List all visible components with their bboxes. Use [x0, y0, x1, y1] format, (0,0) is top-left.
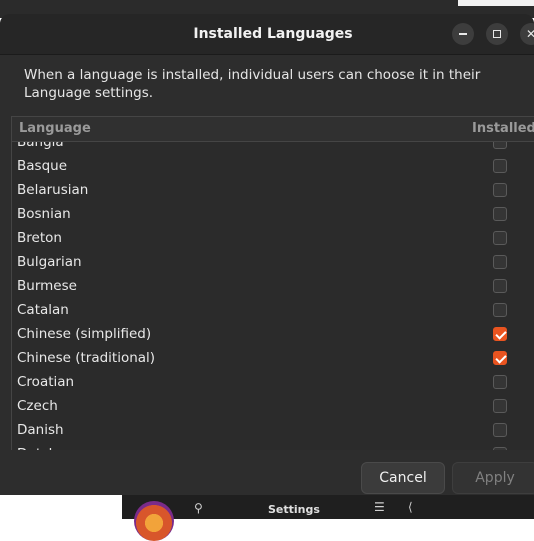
language-label: Belarusian: [17, 182, 89, 198]
language-label: Chinese (simplified): [17, 326, 152, 342]
installed-checkbox[interactable]: [493, 303, 507, 317]
language-list[interactable]: Language Installed Bangla Basque Belarusia…: [11, 116, 534, 452]
installed-checkbox[interactable]: [493, 279, 507, 293]
menu-icon[interactable]: ☰: [374, 500, 385, 514]
language-row[interactable]: Belarusian: [12, 179, 534, 203]
language-label: Czech: [17, 398, 58, 414]
language-row[interactable]: Chinese (traditional): [12, 347, 534, 371]
installed-checkbox[interactable]: [493, 423, 507, 437]
minimize-icon: [459, 33, 467, 35]
language-row[interactable]: Danish: [12, 419, 534, 443]
background-window-title: Settings: [268, 503, 320, 516]
language-row[interactable]: Croatian: [12, 371, 534, 395]
apply-button[interactable]: Apply: [452, 462, 534, 494]
installed-checkbox[interactable]: [493, 375, 507, 389]
language-row[interactable]: Bosnian: [12, 203, 534, 227]
dialog-footer: Cancel Apply: [0, 450, 534, 495]
maximize-button[interactable]: [486, 23, 508, 45]
language-label: Basque: [17, 158, 67, 174]
background-window-edge: [458, 0, 534, 6]
list-header: Language Installed: [12, 117, 534, 142]
minimize-button[interactable]: [452, 23, 474, 45]
language-row[interactable]: Catalan: [12, 299, 534, 323]
installed-languages-dialog: Installed Languages ✕ When a language is…: [0, 14, 534, 495]
app-icon: [134, 501, 174, 541]
installed-checkbox[interactable]: [493, 183, 507, 197]
installed-checkbox[interactable]: [493, 142, 507, 149]
language-row[interactable]: Basque: [12, 155, 534, 179]
installed-checkbox[interactable]: [493, 231, 507, 245]
search-icon[interactable]: ⚲: [194, 501, 203, 515]
language-label: Danish: [17, 422, 64, 438]
column-header-installed[interactable]: Installed: [472, 121, 534, 136]
language-label: Burmese: [17, 278, 77, 294]
language-row[interactable]: Bangla: [12, 142, 534, 155]
installed-checkbox[interactable]: [493, 399, 507, 413]
language-label: Bangla: [17, 142, 64, 150]
cancel-button[interactable]: Cancel: [361, 462, 445, 494]
dialog-titlebar: Installed Languages ✕: [0, 14, 534, 55]
language-label: Chinese (traditional): [17, 350, 156, 366]
language-label: Bosnian: [17, 206, 71, 222]
language-row[interactable]: Czech: [12, 395, 534, 419]
language-label: Croatian: [17, 374, 75, 390]
column-header-language[interactable]: Language: [19, 121, 91, 136]
language-row[interactable]: Bulgarian: [12, 251, 534, 275]
maximize-icon: [493, 30, 501, 38]
language-label: Catalan: [17, 302, 69, 318]
installed-checkbox[interactable]: [493, 327, 507, 341]
background-area: [0, 495, 122, 519]
language-rows: Bangla Basque Belarusian Bosnian Breton Bulga…: [12, 142, 534, 451]
language-row[interactable]: Burmese: [12, 275, 534, 299]
installed-checkbox[interactable]: [493, 207, 507, 221]
background-settings-window: ⚲ Settings ☰ ⟨: [122, 495, 534, 541]
installed-checkbox[interactable]: [493, 351, 507, 365]
language-row[interactable]: Breton: [12, 227, 534, 251]
language-row[interactable]: Chinese (simplified): [12, 323, 534, 347]
dialog-description: When a language is installed, individual…: [24, 67, 481, 101]
language-label: Bulgarian: [17, 254, 82, 270]
installed-checkbox[interactable]: [493, 255, 507, 269]
back-icon[interactable]: ⟨: [408, 500, 413, 514]
language-label: Breton: [17, 230, 62, 246]
installed-checkbox[interactable]: [493, 159, 507, 173]
close-icon: ✕: [525, 27, 534, 41]
